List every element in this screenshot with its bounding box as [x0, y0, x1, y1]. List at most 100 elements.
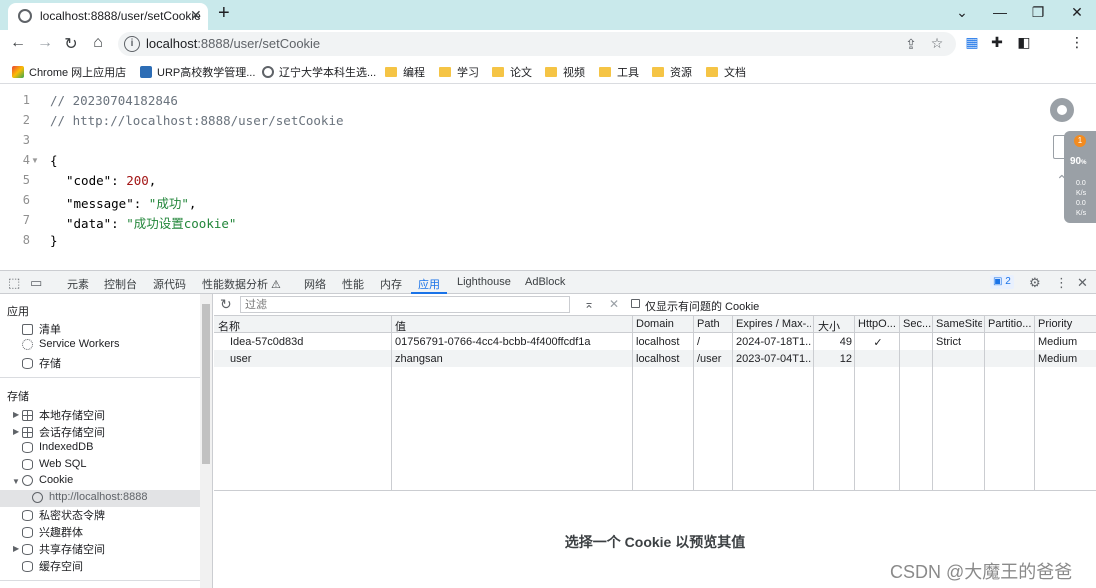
- collapse-arrow-icon[interactable]: ▼: [12, 477, 20, 486]
- refresh-icon[interactable]: ↻: [220, 296, 232, 313]
- bookmark-folder-docs[interactable]: 文档: [706, 64, 746, 80]
- tab-adblock[interactable]: AdBlock: [525, 276, 565, 288]
- sidebar-item-indexeddb[interactable]: IndexedDB: [22, 441, 93, 453]
- close-tab-icon[interactable]: ✕: [190, 7, 202, 24]
- inspect-element-icon[interactable]: ⬚: [8, 275, 20, 291]
- viewer-settings-gear-icon[interactable]: [1050, 98, 1074, 122]
- puzzle-extensions-icon[interactable]: ✚: [988, 34, 1006, 51]
- bookmark-folder-resources[interactable]: 资源: [652, 64, 692, 80]
- menu-kebab-icon[interactable]: ⋮: [1068, 34, 1086, 51]
- column-header-path[interactable]: Path: [697, 318, 730, 330]
- table-cell[interactable]: Medium: [1038, 353, 1094, 365]
- reload-icon[interactable]: ↻: [61, 34, 81, 54]
- bookmark-folder-programming[interactable]: 编程: [385, 64, 425, 80]
- minimize-button[interactable]: —: [990, 4, 1010, 20]
- sidebar-item-private-state-tokens[interactable]: 私密状态令牌: [22, 507, 105, 523]
- expand-arrow-icon[interactable]: ▶: [13, 410, 19, 419]
- tab-sources[interactable]: 源代码: [153, 276, 186, 292]
- tab-elements[interactable]: 元素: [67, 276, 89, 292]
- sidebar-item-interest-groups[interactable]: 兴趣群体: [22, 524, 83, 540]
- sidebar-item-local-storage[interactable]: 本地存储空间: [22, 407, 105, 423]
- back-arrow-icon[interactable]: ←: [8, 34, 28, 52]
- browser-tab[interactable]: localhost:8888/user/setCookie ✕: [8, 3, 208, 30]
- sidebar-item-session-storage[interactable]: 会话存储空间: [22, 424, 105, 440]
- column-header-partition[interactable]: Partitio...: [988, 318, 1032, 330]
- forward-arrow-icon[interactable]: →: [35, 34, 55, 52]
- httponly-check[interactable]: ✓: [858, 336, 898, 349]
- share-icon[interactable]: ⇪: [902, 36, 920, 53]
- extension-grid-icon[interactable]: ▦: [963, 34, 981, 51]
- scrollbar-thumb[interactable]: [202, 304, 210, 464]
- tab-application[interactable]: 应用: [418, 276, 440, 292]
- tab-search-icon[interactable]: ⌄: [952, 4, 972, 21]
- table-cell[interactable]: 2023-07-04T1...: [736, 353, 811, 365]
- only-issues-checkbox[interactable]: [631, 299, 640, 308]
- cookie-filter-input[interactable]: [240, 296, 570, 313]
- new-tab-button[interactable]: +: [218, 2, 230, 25]
- delete-selected-icon[interactable]: ✕: [609, 297, 619, 311]
- table-cell[interactable]: localhost: [636, 336, 691, 348]
- tab-console[interactable]: 控制台: [104, 276, 137, 292]
- bookmark-folder-papers[interactable]: 论文: [492, 64, 532, 80]
- column-header-priority[interactable]: Priority: [1038, 318, 1094, 330]
- table-cell[interactable]: 01756791-0766-4cc4-bcbb-4f400ffcdf1a: [395, 336, 630, 348]
- table-row[interactable]: user: [230, 353, 390, 365]
- bookmark-folder-tools[interactable]: 工具: [599, 64, 639, 80]
- table-cell[interactable]: /: [697, 336, 730, 348]
- table-row[interactable]: Idea-57c0d83d: [230, 336, 390, 348]
- device-toolbar-icon[interactable]: ▭: [30, 275, 42, 291]
- sidebar-item-shared-storage[interactable]: 共享存储空间: [22, 541, 105, 557]
- column-header-secure[interactable]: Sec...: [903, 318, 931, 330]
- issues-badge[interactable]: ▣ 2: [990, 275, 1014, 289]
- sidebar-item-manifest[interactable]: 清单: [22, 321, 61, 337]
- bookmark-lnu[interactable]: 辽宁大学本科生选...: [262, 64, 376, 80]
- tab-memory[interactable]: 内存: [380, 276, 402, 292]
- bookmark-folder-videos[interactable]: 视频: [545, 64, 585, 80]
- column-header-httponly[interactable]: HttpO...: [858, 318, 898, 330]
- site-info-icon[interactable]: i: [124, 36, 140, 52]
- column-header-size[interactable]: 大小: [818, 318, 852, 334]
- table-cell[interactable]: 12: [818, 353, 852, 365]
- table-cell[interactable]: 2024-07-18T1...: [736, 336, 811, 348]
- column-header-value[interactable]: 值: [395, 318, 630, 334]
- maximize-button[interactable]: ❐: [1028, 4, 1048, 21]
- sidebar-item-cookie-origin[interactable]: http://localhost:8888: [32, 491, 147, 503]
- sidebar-item-web-sql[interactable]: Web SQL: [22, 458, 87, 470]
- close-devtools-icon[interactable]: ✕: [1077, 275, 1088, 291]
- sidebar-item-storage[interactable]: 存储: [22, 355, 61, 371]
- sidebar-scrollbar[interactable]: [200, 294, 212, 588]
- sidebar-item-cache-storage[interactable]: 缓存空间: [22, 558, 83, 574]
- tab-lighthouse[interactable]: Lighthouse: [457, 276, 511, 288]
- sidebar-item-service-workers[interactable]: Service Workers: [22, 338, 119, 350]
- settings-gear-icon[interactable]: ⚙: [1029, 275, 1041, 291]
- table-cell[interactable]: /user: [697, 353, 730, 365]
- table-cell[interactable]: zhangsan: [395, 353, 630, 365]
- table-cell[interactable]: 49: [818, 336, 852, 348]
- address-bar[interactable]: i localhost:8888/user/setCookie ⇪ ☆: [118, 32, 956, 56]
- home-icon[interactable]: ⌂: [88, 34, 108, 52]
- clear-all-icon[interactable]: ⌅: [584, 297, 594, 311]
- column-header-name[interactable]: 名称: [218, 318, 388, 334]
- side-panel-icon[interactable]: ◧: [1015, 34, 1033, 51]
- bookmark-folder-study[interactable]: 学习: [439, 64, 479, 80]
- close-window-button[interactable]: ✕: [1067, 4, 1087, 21]
- column-header-expires[interactable]: Expires / Max-...: [736, 318, 811, 330]
- expand-arrow-icon[interactable]: ▶: [13, 427, 19, 436]
- column-header-domain[interactable]: Domain: [636, 318, 691, 330]
- table-cell[interactable]: Strict: [936, 336, 982, 348]
- tab-performance-insights[interactable]: 性能数据分析 ⚠: [202, 276, 281, 292]
- fold-toggle-icon[interactable]: ▼: [31, 156, 39, 165]
- table-cell[interactable]: localhost: [636, 353, 691, 365]
- network-speed-widget[interactable]: 1 90% 0.0 K/s 0.0 K/s: [1064, 131, 1096, 223]
- more-options-icon[interactable]: ⋮: [1055, 275, 1068, 291]
- column-header-samesite[interactable]: SameSite: [936, 318, 982, 330]
- url-text[interactable]: localhost:8888/user/setCookie: [146, 36, 320, 51]
- sidebar-item-cookie[interactable]: Cookie: [22, 474, 73, 486]
- bookmark-star-icon[interactable]: ☆: [928, 35, 946, 52]
- table-cell[interactable]: Medium: [1038, 336, 1094, 348]
- expand-arrow-icon[interactable]: ▶: [13, 544, 19, 553]
- tab-network[interactable]: 网络: [304, 276, 326, 292]
- bookmark-chrome-store[interactable]: Chrome 网上应用店: [12, 64, 126, 80]
- tab-performance[interactable]: 性能: [342, 276, 364, 292]
- bookmark-urp[interactable]: URP高校教学管理...: [140, 64, 255, 80]
